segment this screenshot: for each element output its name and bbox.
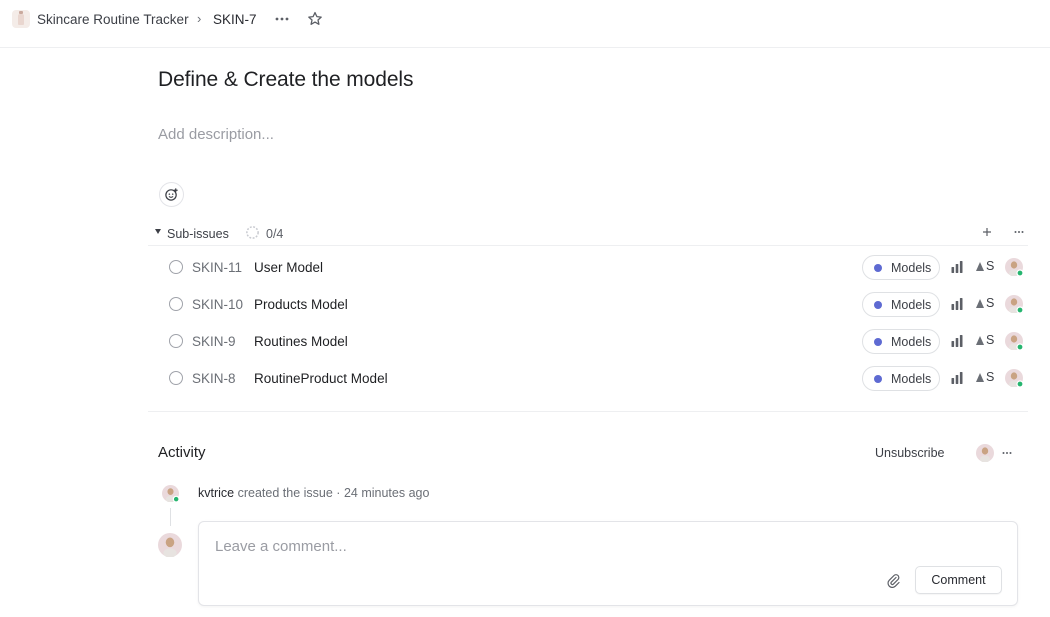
sub-issue-row[interactable]: SKIN-11 User Model Models S [148,248,1028,285]
estimate-icon[interactable]: S [976,259,994,273]
estimate-icon[interactable]: S [976,370,994,384]
collapse-caret-icon[interactable] [155,229,161,234]
priority-bars-icon[interactable] [950,260,964,274]
status-backlog-icon[interactable] [169,297,183,311]
event-user[interactable]: kvtrice [198,486,234,500]
star-icon[interactable] [305,9,325,29]
issue-title[interactable]: Define & Create the models [158,68,413,92]
sub-issue-key: SKIN-8 [192,371,236,386]
event-time[interactable]: 24 minutes ago [344,486,429,500]
estimate-value: S [986,333,995,347]
sub-issue-key: SKIN-11 [192,260,243,275]
label-color-dot [874,338,882,346]
assignee-avatar[interactable] [1005,258,1023,276]
sub-issue-title[interactable]: User Model [254,260,323,275]
sub-issue-row[interactable]: SKIN-9 Routines Model Models S [148,322,1028,359]
sub-issue-title[interactable]: RoutineProduct Model [254,371,388,386]
label-color-dot [874,375,882,383]
subscriber-avatar[interactable] [976,444,994,462]
progress-ring-icon [246,226,259,239]
sub-issue-title[interactable]: Routines Model [254,334,348,349]
sub-issues-header: Sub-issues 0/4 [148,222,1028,246]
sub-issue-row[interactable]: SKIN-10 Products Model Models S [148,285,1028,322]
label-text: Models [891,261,932,275]
label-text: Models [891,335,932,349]
comment-input[interactable] [215,538,915,555]
comment-composer: Comment [198,521,1018,606]
status-backlog-icon[interactable] [169,371,183,385]
sub-issue-key: SKIN-10 [192,297,244,312]
sub-issue-key: SKIN-9 [192,334,236,349]
priority-bars-icon[interactable] [950,297,964,311]
sub-issues-toggle[interactable]: Sub-issues [167,227,229,241]
estimate-value: S [986,296,995,310]
label-chip[interactable]: Models [862,292,940,317]
event-separator: · [336,486,341,500]
priority-bars-icon[interactable] [950,334,964,348]
estimate-value: S [986,259,995,273]
sub-issue-title[interactable]: Products Model [254,297,348,312]
estimate-value: S [986,370,995,384]
assignee-avatar[interactable] [1005,332,1023,350]
label-color-dot [874,301,882,309]
breadcrumb-separator: › [197,11,202,26]
estimate-icon[interactable]: S [976,296,994,310]
paperclip-icon[interactable] [885,572,901,589]
assignee-avatar[interactable] [1005,295,1023,313]
label-chip[interactable]: Models [862,329,940,354]
activity-heading: Activity [158,444,206,461]
sub-issue-row[interactable]: SKIN-8 RoutineProduct Model Models S [148,359,1028,396]
current-user-avatar [158,533,182,557]
more-horizontal-icon[interactable] [272,9,292,29]
unsubscribe-button[interactable]: Unsubscribe [875,446,944,460]
label-chip[interactable]: Models [862,366,940,391]
breadcrumb-project[interactable]: Skincare Routine Tracker [37,12,189,27]
breadcrumb-issue-key[interactable]: SKIN-7 [213,12,257,27]
comment-submit-button[interactable]: Comment [915,566,1002,594]
status-backlog-icon[interactable] [169,260,183,274]
sub-issues-count: 0/4 [266,227,284,241]
more-horizontal-icon[interactable] [1000,446,1014,460]
timeline-line [170,508,171,526]
event-user-avatar[interactable] [162,485,179,502]
estimate-icon[interactable]: S [976,333,994,347]
assignee-avatar[interactable] [1005,369,1023,387]
label-chip[interactable]: Models [862,255,940,280]
top-bar: Skincare Routine Tracker › SKIN-7 [0,0,1050,48]
description-placeholder[interactable]: Add description... [158,126,274,143]
skincare-bottle-icon[interactable] [12,10,30,28]
section-divider [148,411,1028,412]
status-backlog-icon[interactable] [169,334,183,348]
label-text: Models [891,298,932,312]
more-horizontal-icon[interactable] [1012,225,1026,239]
priority-bars-icon[interactable] [950,371,964,385]
event-action: created the issue [237,486,333,500]
add-reaction-icon[interactable] [159,182,184,207]
activity-event: kvtrice created the issue · 24 minutes a… [198,486,429,500]
label-color-dot [874,264,882,272]
add-sub-issue-button[interactable] [980,225,994,239]
label-text: Models [891,372,932,386]
